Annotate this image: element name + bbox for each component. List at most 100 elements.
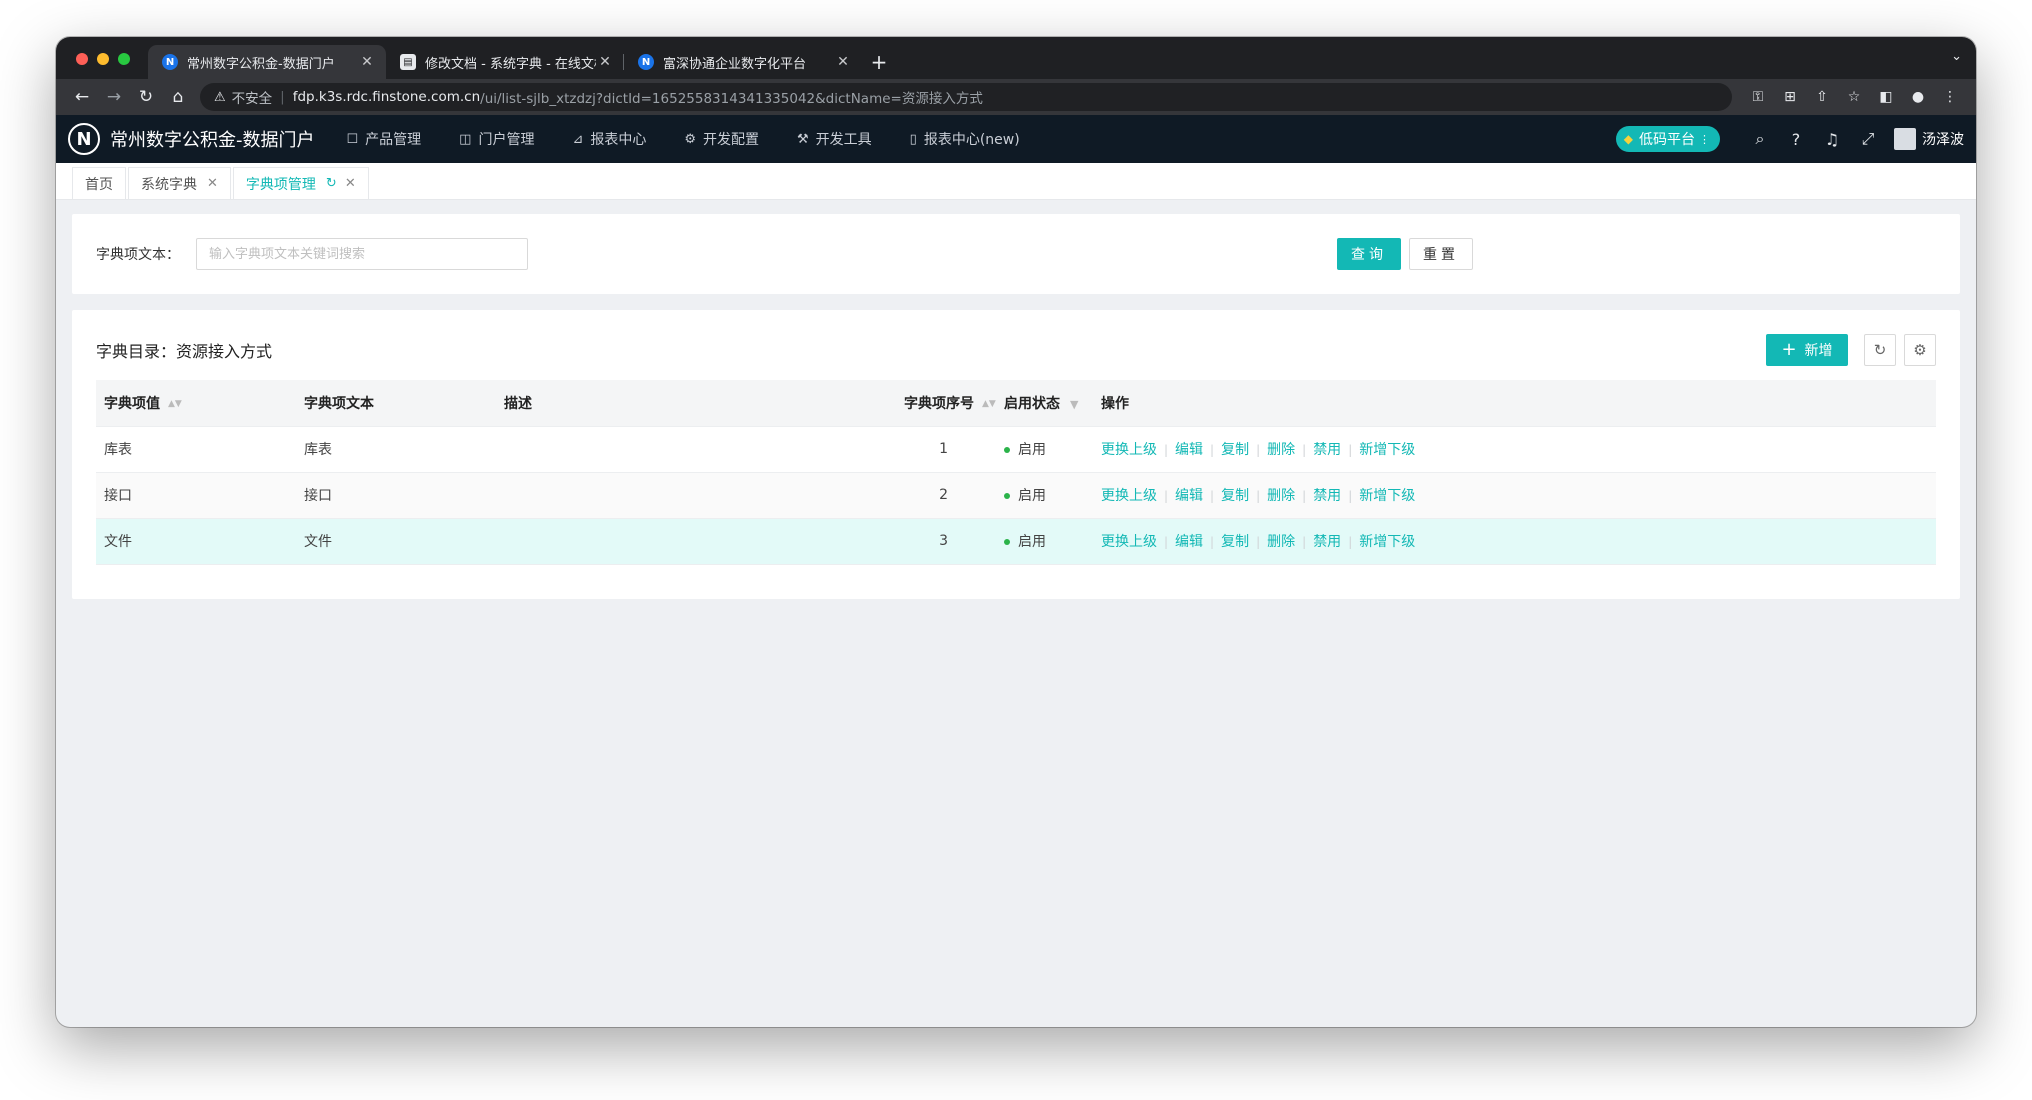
delete-link[interactable]: 删除 — [1267, 488, 1295, 504]
op-divider: | — [1348, 489, 1353, 503]
bell-icon[interactable]: ♫ — [1814, 130, 1850, 149]
star-icon[interactable]: ☆ — [1838, 89, 1870, 105]
table-row[interactable]: 文件 文件 3 启用 更换上级 | 编辑 | 复制 | 删除 | 禁用 | 新增下级 — [96, 518, 1936, 565]
search-icon[interactable]: ⌕ — [1742, 129, 1778, 149]
page-tab-system-dict[interactable]: 系统字典 ✕ — [128, 167, 231, 199]
browser-tab-doc[interactable]: ▤ 修改文档 - 系统字典 - 在线文档 ✕ — [386, 45, 624, 79]
back-arrow-icon[interactable]: ← — [66, 87, 98, 107]
status-badge: 启用 — [1018, 534, 1046, 550]
sort-icon[interactable]: ▲▼ — [168, 399, 182, 409]
fullscreen-icon[interactable]: ⤢ — [1850, 129, 1886, 149]
sort-icon[interactable]: ▲▼ — [982, 399, 996, 409]
sidebar-icon[interactable]: ◧ — [1870, 89, 1902, 105]
close-tab-icon[interactable]: ✕ — [834, 54, 852, 70]
table-row[interactable]: 接口 接口 2 启用 更换上级 | 编辑 | 复制 | 删除 | 禁用 | 新增下级 — [96, 472, 1936, 519]
reload-icon[interactable]: ↻ — [130, 87, 162, 107]
minimize-window-button[interactable] — [97, 53, 109, 65]
status-dot-icon — [1004, 493, 1010, 499]
close-tab-icon[interactable]: ✕ — [596, 54, 614, 70]
column-header-label: 字典项序号 — [904, 395, 974, 412]
add-child-link[interactable]: 新增下级 — [1359, 534, 1415, 550]
chevron-down-icon[interactable]: ⌄ — [1951, 49, 1962, 64]
op-divider: | — [1302, 443, 1307, 457]
delete-link[interactable]: 删除 — [1267, 442, 1295, 458]
forward-arrow-icon[interactable]: → — [98, 87, 130, 107]
change-parent-link[interactable]: 更换上级 — [1101, 488, 1157, 504]
help-icon[interactable]: ? — [1778, 130, 1814, 149]
app-logo[interactable]: N — [68, 123, 100, 155]
search-input[interactable] — [196, 238, 528, 270]
lowcode-platform-button[interactable]: ◆ 低码平台 ⋮ — [1615, 126, 1720, 152]
cell-ops: 更换上级 | 编辑 | 复制 | 删除 | 禁用 | 新增下级 — [1093, 472, 1936, 519]
menu-item-product[interactable]: ☐ 产品管理 — [347, 129, 422, 149]
home-icon[interactable]: ⌂ — [162, 87, 194, 107]
menu-item-report[interactable]: ⊿ 报表中心 — [572, 129, 646, 149]
cell-ops: 更换上级 | 编辑 | 复制 | 删除 | 禁用 | 新增下级 — [1093, 518, 1936, 565]
column-header-order[interactable]: 字典项序号 ▲▼ — [896, 380, 996, 427]
column-header-label: 字典项文本 — [304, 395, 374, 412]
disable-link[interactable]: 禁用 — [1313, 442, 1341, 458]
add-child-link[interactable]: 新增下级 — [1359, 488, 1415, 504]
delete-link[interactable]: 删除 — [1267, 534, 1295, 550]
page-tab-home[interactable]: 首页 — [72, 167, 126, 199]
profile-icon[interactable]: ● — [1902, 89, 1934, 105]
op-divider: | — [1348, 535, 1353, 549]
column-header-value[interactable]: 字典项值 ▲▼ — [96, 380, 296, 427]
page-tab-dict-items[interactable]: 字典项管理 ↻ ✕ — [232, 167, 369, 199]
avatar[interactable] — [1894, 128, 1916, 150]
cell-value: 文件 — [96, 518, 296, 565]
translate-icon[interactable]: ⊞ — [1774, 89, 1806, 105]
copy-link[interactable]: 复制 — [1221, 534, 1249, 550]
close-icon[interactable]: ✕ — [207, 176, 218, 191]
change-parent-link[interactable]: 更换上级 — [1101, 534, 1157, 550]
username[interactable]: 汤泽波 — [1922, 129, 1964, 149]
key-icon[interactable]: ⚿ — [1742, 89, 1774, 105]
cell-status: 启用 — [996, 472, 1093, 519]
cell-text: 文件 — [296, 518, 496, 565]
n-logo-icon: N — [638, 54, 654, 70]
browser-tab-title: 富深协通企业数字化平台 — [663, 56, 807, 72]
cell-status: 启用 — [996, 518, 1093, 565]
disable-link[interactable]: 禁用 — [1313, 534, 1341, 550]
menu-item-dev-tools[interactable]: ⚒ 开发工具 — [797, 129, 872, 149]
query-button[interactable]: 查询 — [1337, 238, 1401, 270]
menu-item-label: 产品管理 — [365, 132, 422, 148]
filter-icon[interactable]: ▼ — [1070, 398, 1078, 411]
table-row[interactable]: 库表 库表 1 启用 更换上级 | 编辑 | 复制 | 删除 | 禁用 | 新增下级 — [96, 426, 1936, 473]
copy-link[interactable]: 复制 — [1221, 442, 1249, 458]
add-button[interactable]: + 新增 — [1766, 334, 1848, 366]
gem-icon: ◆ — [1623, 132, 1633, 146]
menu-item-label: 报表中心 — [590, 132, 647, 148]
close-icon[interactable]: ✕ — [345, 176, 356, 191]
close-window-button[interactable] — [76, 53, 88, 65]
cell-text: 接口 — [296, 472, 496, 519]
edit-link[interactable]: 编辑 — [1175, 534, 1203, 550]
maximize-window-button[interactable] — [118, 53, 130, 65]
n-logo-icon: N — [162, 54, 178, 70]
cell-text: 库表 — [296, 426, 496, 473]
disable-link[interactable]: 禁用 — [1313, 488, 1341, 504]
refresh-button[interactable]: ↻ — [1864, 334, 1896, 366]
reset-button[interactable]: 重置 — [1409, 238, 1473, 270]
refresh-icon[interactable]: ↻ — [326, 176, 337, 191]
add-child-link[interactable]: 新增下级 — [1359, 442, 1415, 458]
status-dot-icon — [1004, 539, 1010, 545]
close-tab-icon[interactable]: ✕ — [358, 54, 376, 70]
menu-item-report-new[interactable]: ▯ 报表中心(new) — [910, 129, 1020, 149]
edit-link[interactable]: 编辑 — [1175, 442, 1203, 458]
main-content: 字典项文本： 查询 重置 字典目录：资源接入方式 + 新增 ↻ ⚙ — [56, 200, 1976, 613]
change-parent-link[interactable]: 更换上级 — [1101, 442, 1157, 458]
page-tabs: 首页 系统字典 ✕ 字典项管理 ↻ ✕ — [56, 163, 1976, 200]
copy-link[interactable]: 复制 — [1221, 488, 1249, 504]
more-vertical-icon[interactable]: ⋮ — [1934, 89, 1966, 105]
table-header-row: 字典项值 ▲▼ 字典项文本 描述 字典项序号 ▲▼ 启用状态 ▼ 操作 — [96, 380, 1936, 427]
edit-link[interactable]: 编辑 — [1175, 488, 1203, 504]
menu-item-dev-config[interactable]: ⚙ 开发配置 — [684, 129, 759, 149]
column-settings-button[interactable]: ⚙ — [1904, 334, 1936, 366]
browser-tab-portal[interactable]: N 常州数字公积金-数据门户 ✕ — [148, 45, 386, 79]
menu-item-portal[interactable]: ◫ 门户管理 — [459, 129, 534, 149]
share-icon[interactable]: ⇧ — [1806, 89, 1838, 105]
address-bar[interactable]: ⚠ 不安全 | fdp.k3s.rdc.finstone.com.cn/ui/l… — [200, 83, 1732, 111]
new-tab-button[interactable]: + — [862, 45, 896, 79]
browser-tab-platform[interactable]: N 富深协通企业数字化平台 ✕ — [624, 45, 862, 79]
